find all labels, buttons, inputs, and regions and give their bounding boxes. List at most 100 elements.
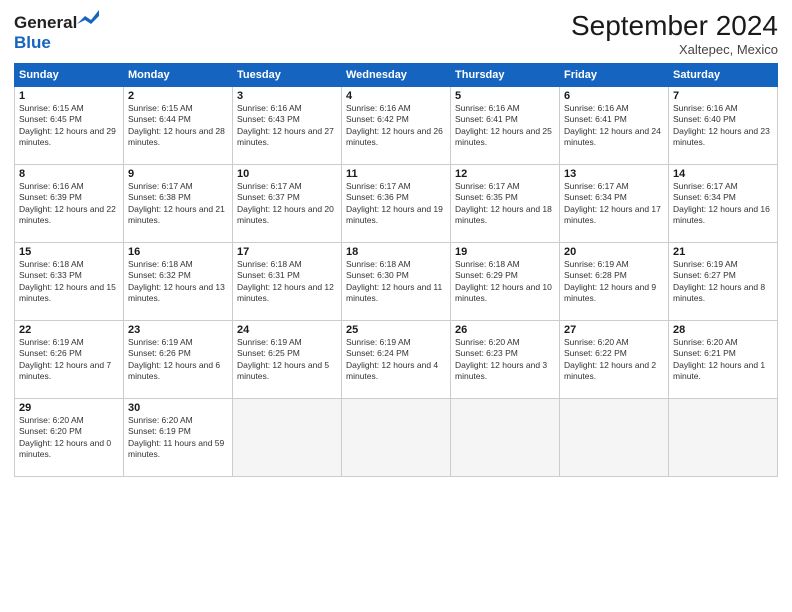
calendar-week-row: 8Sunrise: 6:16 AMSunset: 6:39 PMDaylight… — [15, 165, 778, 243]
logo: General Blue — [14, 10, 99, 53]
day-info: Sunrise: 6:16 AMSunset: 6:39 PMDaylight:… — [19, 181, 119, 227]
table-row — [560, 399, 669, 477]
table-row: 12Sunrise: 6:17 AMSunset: 6:35 PMDayligh… — [451, 165, 560, 243]
table-row: 2Sunrise: 6:15 AMSunset: 6:44 PMDaylight… — [124, 87, 233, 165]
day-number: 1 — [19, 90, 119, 102]
day-info: Sunrise: 6:16 AMSunset: 6:41 PMDaylight:… — [564, 103, 664, 149]
day-info: Sunrise: 6:19 AMSunset: 6:27 PMDaylight:… — [673, 259, 773, 305]
table-row: 10Sunrise: 6:17 AMSunset: 6:37 PMDayligh… — [233, 165, 342, 243]
day-info: Sunrise: 6:15 AMSunset: 6:45 PMDaylight:… — [19, 103, 119, 149]
table-row: 15Sunrise: 6:18 AMSunset: 6:33 PMDayligh… — [15, 243, 124, 321]
day-info: Sunrise: 6:16 AMSunset: 6:42 PMDaylight:… — [346, 103, 446, 149]
day-info: Sunrise: 6:19 AMSunset: 6:24 PMDaylight:… — [346, 337, 446, 383]
day-number: 19 — [455, 246, 555, 258]
table-row: 26Sunrise: 6:20 AMSunset: 6:23 PMDayligh… — [451, 321, 560, 399]
day-number: 29 — [19, 402, 119, 414]
day-number: 16 — [128, 246, 228, 258]
table-row: 21Sunrise: 6:19 AMSunset: 6:27 PMDayligh… — [669, 243, 778, 321]
month-title: September 2024 — [571, 10, 778, 42]
day-info: Sunrise: 6:15 AMSunset: 6:44 PMDaylight:… — [128, 103, 228, 149]
header-sunday: Sunday — [15, 64, 124, 87]
day-info: Sunrise: 6:19 AMSunset: 6:28 PMDaylight:… — [564, 259, 664, 305]
day-info: Sunrise: 6:16 AMSunset: 6:40 PMDaylight:… — [673, 103, 773, 149]
table-row: 28Sunrise: 6:20 AMSunset: 6:21 PMDayligh… — [669, 321, 778, 399]
day-info: Sunrise: 6:17 AMSunset: 6:37 PMDaylight:… — [237, 181, 337, 227]
day-number: 18 — [346, 246, 446, 258]
table-row: 13Sunrise: 6:17 AMSunset: 6:34 PMDayligh… — [560, 165, 669, 243]
table-row: 5Sunrise: 6:16 AMSunset: 6:41 PMDaylight… — [451, 87, 560, 165]
table-row: 1Sunrise: 6:15 AMSunset: 6:45 PMDaylight… — [15, 87, 124, 165]
header-thursday: Thursday — [451, 64, 560, 87]
header-saturday: Saturday — [669, 64, 778, 87]
table-row — [233, 399, 342, 477]
day-number: 25 — [346, 324, 446, 336]
day-info: Sunrise: 6:17 AMSunset: 6:36 PMDaylight:… — [346, 181, 446, 227]
logo-bird-icon — [77, 10, 99, 28]
day-info: Sunrise: 6:18 AMSunset: 6:31 PMDaylight:… — [237, 259, 337, 305]
day-number: 9 — [128, 168, 228, 180]
day-info: Sunrise: 6:20 AMSunset: 6:22 PMDaylight:… — [564, 337, 664, 383]
table-row: 25Sunrise: 6:19 AMSunset: 6:24 PMDayligh… — [342, 321, 451, 399]
table-row — [669, 399, 778, 477]
day-info: Sunrise: 6:16 AMSunset: 6:41 PMDaylight:… — [455, 103, 555, 149]
day-info: Sunrise: 6:20 AMSunset: 6:21 PMDaylight:… — [673, 337, 773, 383]
header-monday: Monday — [124, 64, 233, 87]
day-info: Sunrise: 6:18 AMSunset: 6:29 PMDaylight:… — [455, 259, 555, 305]
day-info: Sunrise: 6:18 AMSunset: 6:33 PMDaylight:… — [19, 259, 119, 305]
day-number: 20 — [564, 246, 664, 258]
table-row — [451, 399, 560, 477]
calendar-week-row: 1Sunrise: 6:15 AMSunset: 6:45 PMDaylight… — [15, 87, 778, 165]
title-block: September 2024 Xaltepec, Mexico — [571, 10, 778, 57]
table-row: 8Sunrise: 6:16 AMSunset: 6:39 PMDaylight… — [15, 165, 124, 243]
day-number: 3 — [237, 90, 337, 102]
day-number: 21 — [673, 246, 773, 258]
table-row: 19Sunrise: 6:18 AMSunset: 6:29 PMDayligh… — [451, 243, 560, 321]
table-row: 20Sunrise: 6:19 AMSunset: 6:28 PMDayligh… — [560, 243, 669, 321]
calendar-header-row: Sunday Monday Tuesday Wednesday Thursday… — [15, 64, 778, 87]
table-row: 22Sunrise: 6:19 AMSunset: 6:26 PMDayligh… — [15, 321, 124, 399]
day-info: Sunrise: 6:19 AMSunset: 6:26 PMDaylight:… — [19, 337, 119, 383]
day-number: 11 — [346, 168, 446, 180]
header: General Blue September 2024 Xaltepec, Me… — [14, 10, 778, 57]
table-row: 11Sunrise: 6:17 AMSunset: 6:36 PMDayligh… — [342, 165, 451, 243]
day-number: 7 — [673, 90, 773, 102]
day-number: 14 — [673, 168, 773, 180]
table-row: 6Sunrise: 6:16 AMSunset: 6:41 PMDaylight… — [560, 87, 669, 165]
logo-text: General Blue — [14, 10, 99, 53]
day-number: 26 — [455, 324, 555, 336]
table-row: 9Sunrise: 6:17 AMSunset: 6:38 PMDaylight… — [124, 165, 233, 243]
table-row: 23Sunrise: 6:19 AMSunset: 6:26 PMDayligh… — [124, 321, 233, 399]
day-number: 27 — [564, 324, 664, 336]
day-info: Sunrise: 6:19 AMSunset: 6:25 PMDaylight:… — [237, 337, 337, 383]
day-info: Sunrise: 6:17 AMSunset: 6:34 PMDaylight:… — [564, 181, 664, 227]
day-number: 23 — [128, 324, 228, 336]
day-number: 5 — [455, 90, 555, 102]
table-row: 29Sunrise: 6:20 AMSunset: 6:20 PMDayligh… — [15, 399, 124, 477]
page: General Blue September 2024 Xaltepec, Me… — [0, 0, 792, 612]
header-tuesday: Tuesday — [233, 64, 342, 87]
day-info: Sunrise: 6:17 AMSunset: 6:38 PMDaylight:… — [128, 181, 228, 227]
day-info: Sunrise: 6:18 AMSunset: 6:32 PMDaylight:… — [128, 259, 228, 305]
day-info: Sunrise: 6:19 AMSunset: 6:26 PMDaylight:… — [128, 337, 228, 383]
day-number: 24 — [237, 324, 337, 336]
day-number: 4 — [346, 90, 446, 102]
header-friday: Friday — [560, 64, 669, 87]
day-number: 22 — [19, 324, 119, 336]
day-number: 13 — [564, 168, 664, 180]
day-info: Sunrise: 6:20 AMSunset: 6:23 PMDaylight:… — [455, 337, 555, 383]
calendar-week-row: 22Sunrise: 6:19 AMSunset: 6:26 PMDayligh… — [15, 321, 778, 399]
day-number: 12 — [455, 168, 555, 180]
table-row: 30Sunrise: 6:20 AMSunset: 6:19 PMDayligh… — [124, 399, 233, 477]
day-number: 10 — [237, 168, 337, 180]
calendar-week-row: 29Sunrise: 6:20 AMSunset: 6:20 PMDayligh… — [15, 399, 778, 477]
table-row: 4Sunrise: 6:16 AMSunset: 6:42 PMDaylight… — [342, 87, 451, 165]
calendar-week-row: 15Sunrise: 6:18 AMSunset: 6:33 PMDayligh… — [15, 243, 778, 321]
logo-general: General — [14, 13, 77, 32]
table-row: 24Sunrise: 6:19 AMSunset: 6:25 PMDayligh… — [233, 321, 342, 399]
day-info: Sunrise: 6:18 AMSunset: 6:30 PMDaylight:… — [346, 259, 446, 305]
table-row: 14Sunrise: 6:17 AMSunset: 6:34 PMDayligh… — [669, 165, 778, 243]
day-number: 28 — [673, 324, 773, 336]
day-number: 2 — [128, 90, 228, 102]
day-number: 15 — [19, 246, 119, 258]
table-row: 3Sunrise: 6:16 AMSunset: 6:43 PMDaylight… — [233, 87, 342, 165]
